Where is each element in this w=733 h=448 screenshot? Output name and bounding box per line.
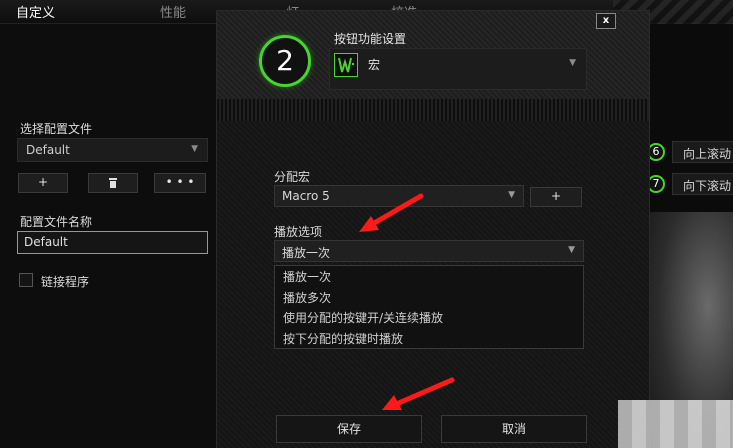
list-item[interactable]: 播放多次 bbox=[275, 287, 583, 308]
profile-name-label: 配置文件名称 bbox=[20, 215, 93, 229]
playback-select[interactable]: 播放一次 ▼ bbox=[274, 240, 584, 262]
close-button[interactable]: x bbox=[596, 13, 616, 29]
tab-customize[interactable]: 自定义 bbox=[16, 2, 55, 21]
link-program-checkbox[interactable] bbox=[19, 273, 33, 287]
scroll-up-button[interactable]: 向上滚动 bbox=[672, 141, 733, 163]
selected-button-number: 2 bbox=[259, 35, 311, 87]
function-title: 按钮功能设置 bbox=[334, 32, 407, 46]
profile-select[interactable]: Default ▼ bbox=[17, 138, 208, 162]
chevron-down-icon: ▼ bbox=[508, 190, 515, 200]
playback-label: 播放选项 bbox=[274, 225, 323, 239]
function-select[interactable]: 宏 ▼ bbox=[329, 48, 587, 90]
more-options-button[interactable]: • • • bbox=[154, 173, 206, 193]
chevron-down-icon: ▼ bbox=[569, 58, 576, 68]
cancel-button[interactable]: 取消 bbox=[441, 415, 587, 443]
playback-select-value: 播放一次 bbox=[282, 246, 331, 260]
link-program-label: 链接程序 bbox=[41, 275, 90, 289]
add-macro-button[interactable]: + bbox=[530, 187, 582, 207]
macro-icon bbox=[334, 53, 358, 77]
chevron-down-icon: ▼ bbox=[568, 245, 575, 255]
scroll-down-button[interactable]: 向下滚动 bbox=[672, 173, 733, 195]
tab-performance[interactable]: 性能 bbox=[160, 2, 186, 21]
list-item[interactable]: 播放一次 bbox=[275, 266, 583, 287]
list-item[interactable]: 使用分配的按键开/关连续播放 bbox=[275, 307, 583, 328]
profile-label: 选择配置文件 bbox=[20, 122, 93, 136]
playback-options-list: 播放一次 播放多次 使用分配的按键开/关连续播放 按下分配的按键时播放 bbox=[274, 265, 584, 349]
dialog-separator bbox=[217, 99, 649, 121]
profile-select-value: Default bbox=[26, 143, 70, 157]
macro-select-value: Macro 5 bbox=[282, 189, 330, 203]
save-button[interactable]: 保存 bbox=[276, 415, 422, 443]
assign-macro-label: 分配宏 bbox=[274, 170, 311, 184]
add-profile-button[interactable]: + bbox=[18, 173, 68, 193]
watermark bbox=[618, 400, 733, 448]
list-item[interactable]: 按下分配的按键时播放 bbox=[275, 328, 583, 349]
trash-icon bbox=[109, 178, 117, 188]
annotation-arrow-icon bbox=[382, 377, 455, 410]
function-select-value: 宏 bbox=[368, 58, 381, 72]
annotation-arrow-icon bbox=[359, 193, 424, 232]
profile-name-input[interactable]: Default bbox=[17, 231, 208, 254]
chevron-down-icon: ▼ bbox=[191, 144, 198, 154]
delete-profile-button[interactable] bbox=[88, 173, 138, 193]
